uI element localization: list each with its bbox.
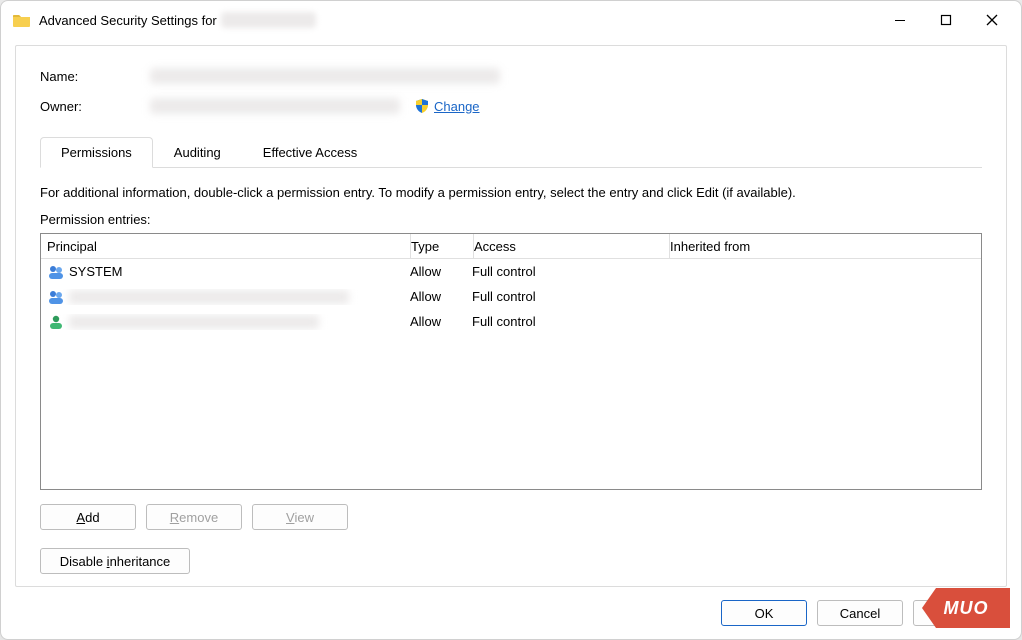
change-owner-link[interactable]: Change: [434, 99, 480, 114]
view-button[interactable]: View: [252, 504, 348, 530]
ok-button[interactable]: OK: [721, 600, 807, 626]
name-label: Name:: [40, 69, 150, 84]
col-type-header[interactable]: Type: [411, 239, 473, 254]
permission-entries-label: Permission entries:: [40, 212, 982, 227]
type-cell: Allow: [410, 264, 472, 279]
folder-icon: [13, 13, 31, 27]
principal-name: SYSTEM: [69, 264, 122, 279]
type-cell: Allow: [410, 314, 472, 329]
close-button[interactable]: [969, 4, 1015, 36]
titlebar: Advanced Security Settings for: [1, 1, 1021, 39]
owner-label: Owner:: [40, 99, 150, 114]
cancel-button[interactable]: Cancel: [817, 600, 903, 626]
owner-value-redacted: [150, 98, 400, 114]
grid-header: Principal Type Access Inherited from: [41, 234, 981, 259]
maximize-button[interactable]: [923, 4, 969, 36]
name-value-redacted: [150, 68, 500, 84]
group-icon: [47, 289, 65, 305]
col-principal-header[interactable]: Principal: [47, 239, 410, 254]
col-access-header[interactable]: Access: [474, 239, 669, 254]
user-icon: [47, 314, 65, 330]
tab-strip: Permissions Auditing Effective Access: [40, 136, 982, 168]
info-text: For additional information, double-click…: [40, 184, 982, 202]
access-cell: Full control: [472, 264, 667, 279]
col-inherited-header[interactable]: Inherited from: [670, 239, 975, 254]
add-button[interactable]: Add: [40, 504, 136, 530]
window-title-redacted: [221, 12, 316, 28]
shield-icon: [414, 98, 430, 114]
dialog-footer: OK Cancel Apply: [1, 587, 1021, 639]
window-title: Advanced Security Settings for: [39, 13, 217, 28]
entry-buttons: Add Remove View: [40, 504, 982, 530]
table-row[interactable]: SYSTEM Allow Full control: [41, 259, 981, 284]
content-panel: Name: Owner: Change Permissions Auditing…: [15, 45, 1007, 587]
inheritance-buttons: Disable inheritance: [40, 548, 982, 574]
group-icon: [47, 264, 65, 280]
access-cell: Full control: [472, 289, 667, 304]
name-row: Name:: [40, 68, 982, 84]
tab-effective-access[interactable]: Effective Access: [242, 137, 378, 168]
principal-redacted: [69, 290, 349, 304]
remove-button[interactable]: Remove: [146, 504, 242, 530]
principal-redacted: [69, 315, 319, 329]
window-advanced-security: Advanced Security Settings for Name: Own…: [0, 0, 1022, 640]
tab-permissions[interactable]: Permissions: [40, 137, 153, 168]
access-cell: Full control: [472, 314, 667, 329]
muo-watermark: MUO: [922, 588, 1010, 628]
table-row[interactable]: Allow Full control: [41, 284, 981, 309]
type-cell: Allow: [410, 289, 472, 304]
minimize-button[interactable]: [877, 4, 923, 36]
tab-auditing[interactable]: Auditing: [153, 137, 242, 168]
owner-row: Owner: Change: [40, 98, 982, 114]
disable-inheritance-button[interactable]: Disable inheritance: [40, 548, 190, 574]
table-row[interactable]: Allow Full control: [41, 309, 981, 334]
permission-grid: Principal Type Access Inherited from SYS…: [40, 233, 982, 490]
